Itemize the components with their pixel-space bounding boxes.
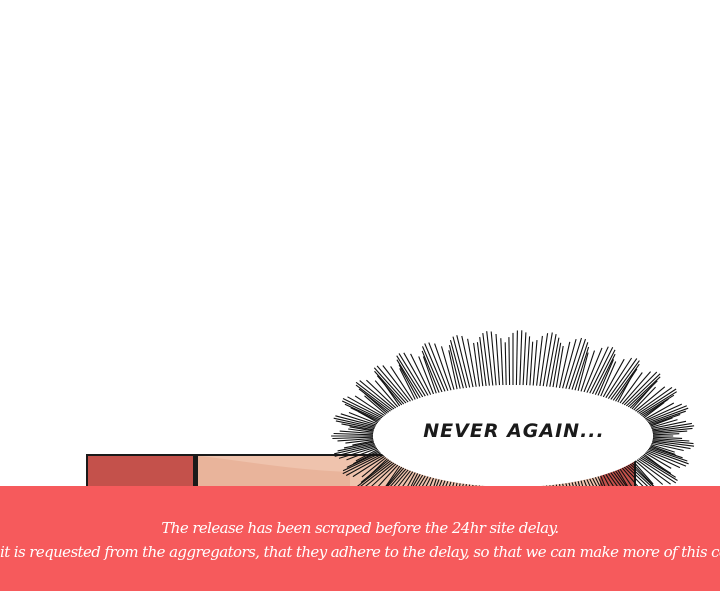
- bubble-spike: [565, 337, 583, 389]
- comic-page: NEVER AGAIN... The release has been scra…: [0, 0, 720, 591]
- notice-line-1: The release has been scraped before the …: [161, 519, 559, 537]
- bubble-spike: [504, 342, 507, 386]
- bubble-spike: [555, 345, 564, 388]
- bubble-spike: [332, 436, 374, 440]
- bubble-spike: [532, 340, 538, 386]
- bubble-spike: [482, 333, 490, 386]
- bubble-spike: [623, 371, 658, 406]
- bubble-spike: [448, 344, 461, 389]
- bubble-spike: [529, 341, 534, 386]
- bubble-spike: [449, 339, 464, 389]
- bubble-spike: [519, 330, 523, 386]
- bubble-spike: [396, 355, 424, 398]
- bubble-spike: [652, 436, 683, 439]
- bubble-spike: [625, 373, 661, 407]
- bubble-spike: [479, 336, 487, 387]
- bubble-spike: [525, 336, 531, 386]
- bubble-spike: [539, 333, 549, 387]
- speech-bubble-text: NEVER AGAIN...: [423, 420, 605, 442]
- bubble-spike: [333, 432, 374, 436]
- bubble-spike: [508, 337, 511, 386]
- bubble-spike: [515, 330, 518, 386]
- bubble-spike: [500, 338, 504, 386]
- bubble-spike: [522, 332, 527, 386]
- scraper-notice-banner: The release has been scraped before the …: [0, 486, 720, 591]
- bubble-spike: [495, 333, 501, 386]
- bubble-spike: [652, 433, 680, 436]
- notice-line-2: it is requested from the aggregators, th…: [0, 543, 720, 561]
